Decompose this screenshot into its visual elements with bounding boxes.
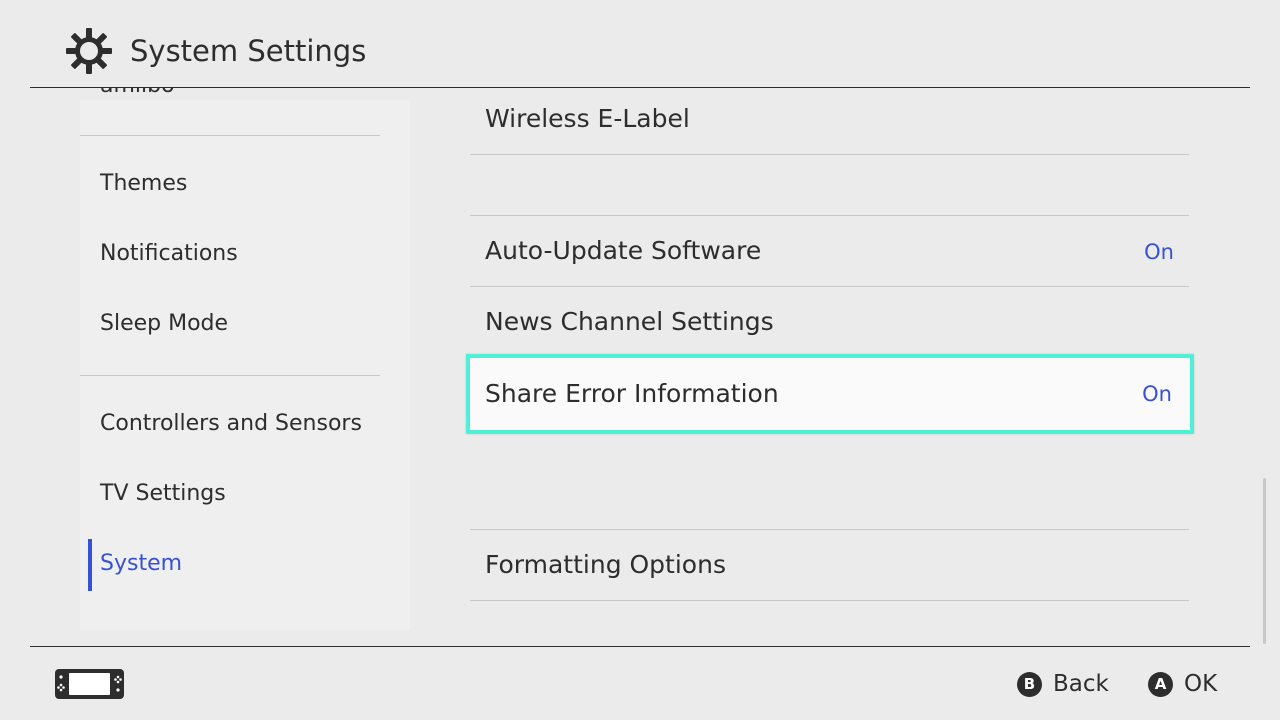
ok-button[interactable]: A OK [1148, 668, 1217, 700]
footer-divider [30, 646, 1250, 647]
system-settings-screen: System Settings amiibo Themes Notificati… [0, 0, 1280, 720]
settings-list: Wireless E-Label Auto-Update Software On… [0, 88, 1280, 646]
scrollbar[interactable] [1263, 478, 1266, 644]
row-divider [470, 600, 1189, 601]
row-divider [470, 154, 1189, 155]
row-auto-update-software[interactable]: Auto-Update Software [485, 235, 761, 267]
row-divider [470, 529, 1189, 530]
row-share-error-information[interactable]: Share Error Information On [466, 354, 1194, 434]
page-title: System Settings [130, 34, 367, 68]
a-button-icon: A [1148, 671, 1173, 697]
row-news-channel-settings[interactable]: News Channel Settings [485, 306, 774, 338]
row-formatting-options[interactable]: Formatting Options [485, 549, 726, 581]
handheld-console-icon [55, 669, 124, 699]
back-label: Back [1053, 671, 1109, 697]
header: System Settings [0, 0, 1280, 88]
b-button-icon: B [1017, 671, 1042, 697]
row-divider [470, 286, 1189, 287]
back-button[interactable]: B Back [1017, 668, 1109, 700]
auto-update-value: On [1144, 240, 1174, 264]
row-divider [470, 215, 1189, 216]
row-label: Share Error Information [485, 379, 779, 408]
row-wireless-e-label[interactable]: Wireless E-Label [485, 103, 690, 135]
gear-icon [66, 28, 112, 74]
share-error-value: On [1142, 382, 1172, 406]
ok-label: OK [1184, 671, 1218, 697]
